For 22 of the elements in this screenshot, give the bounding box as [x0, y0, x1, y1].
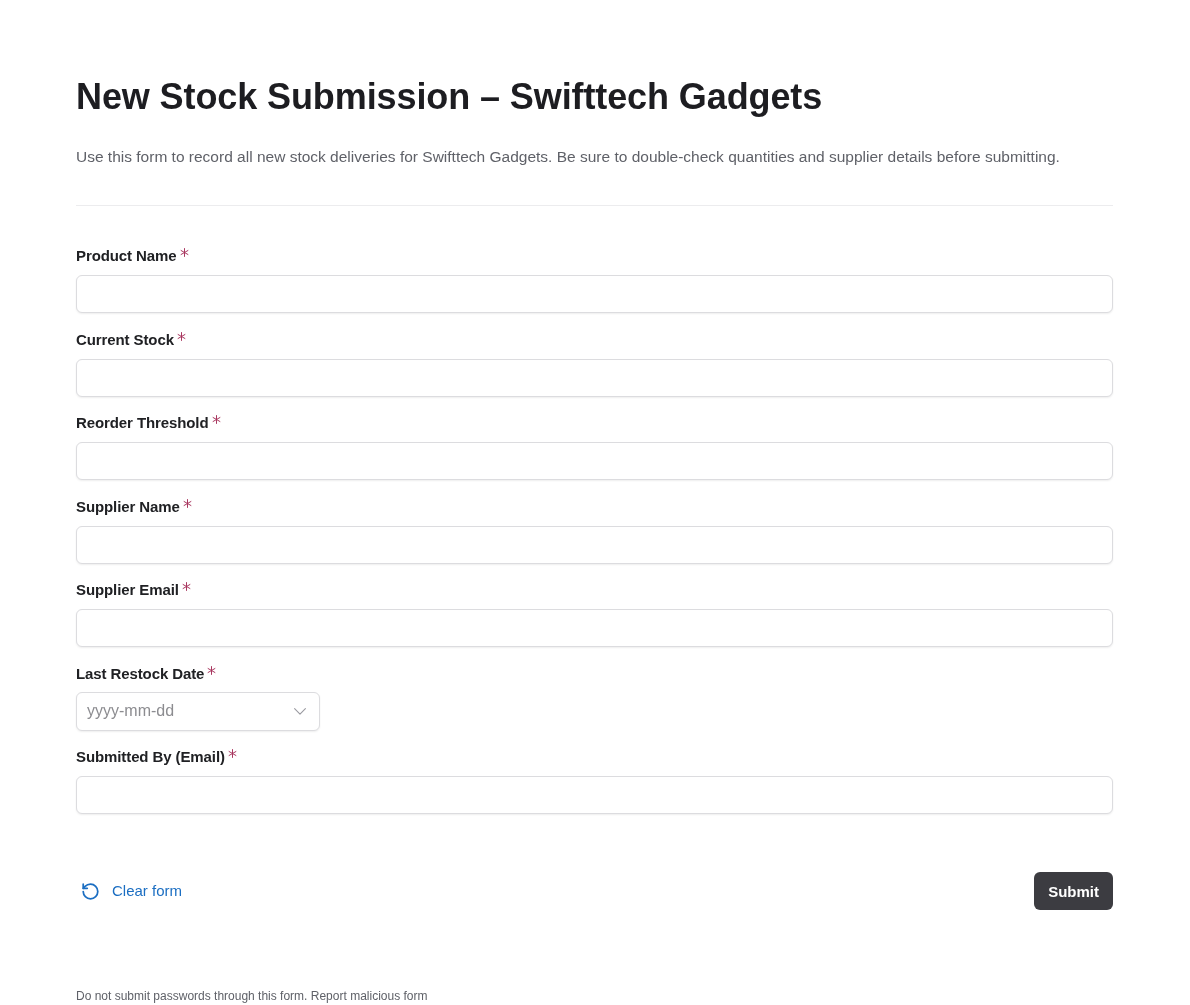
footer-notice: Do not submit passwords through this form. Report malicious form — [76, 990, 428, 1003]
clear-form-button[interactable]: Clear form — [76, 877, 188, 905]
report-link[interactable]: Report malicious form — [310, 989, 428, 1003]
chevron-down-icon — [294, 707, 306, 715]
field-label: Submitted By (Email) — [76, 747, 225, 767]
field-label: Supplier Email — [76, 580, 179, 600]
counterclockwise-arrow-icon — [82, 882, 99, 900]
field-label: Last Restock Date — [76, 663, 205, 684]
date-field[interactable]: yyyy-mm-dd — [76, 691, 320, 731]
input-field[interactable] — [76, 609, 1113, 647]
field-label: Current Stock — [76, 329, 174, 350]
form-description: Use this form to record all new stock deliveries for Swifttech Gadgets. Be sure to double-check quantities and supplier details before submitting. — [76, 147, 1061, 167]
input-field[interactable] — [76, 275, 1113, 313]
input-field[interactable] — [76, 358, 1113, 397]
submit-button[interactable]: Submit — [1034, 872, 1113, 910]
field-label: Supplier Name — [76, 496, 180, 517]
input-field[interactable] — [76, 442, 1113, 480]
form-title: New Stock Submission – Swifttech Gadgets — [76, 75, 823, 119]
input-field[interactable] — [76, 776, 1113, 814]
field-label: Product Name — [76, 246, 177, 266]
input-field[interactable] — [76, 525, 1113, 564]
field-label: Reorder Threshold — [76, 413, 209, 433]
